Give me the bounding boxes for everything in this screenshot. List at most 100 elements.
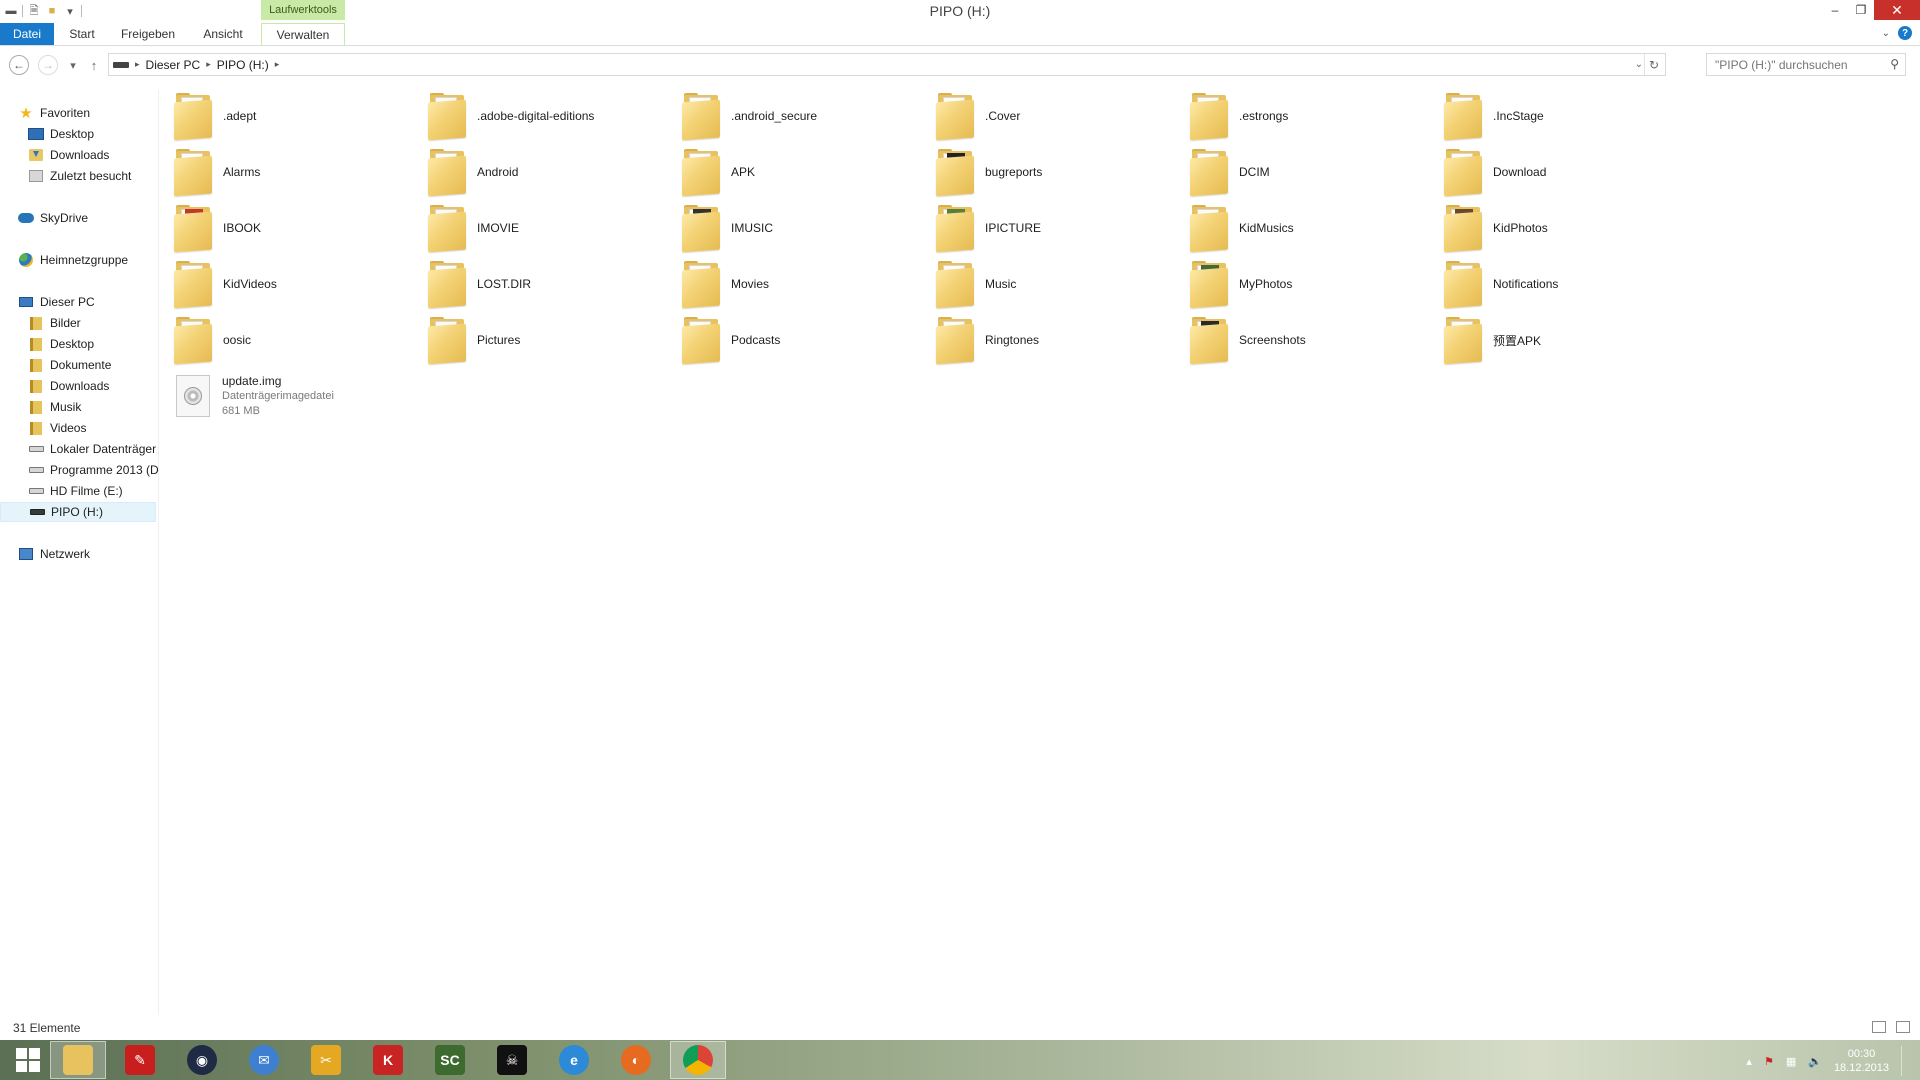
taskbar-app-6[interactable]: ☠ [484,1041,540,1079]
nav-item[interactable]: Downloads [0,145,184,165]
nav-item-label: Downloads [50,148,110,162]
breadcrumb-chevron-icon[interactable]: ▸ [275,59,280,70]
folder-item[interactable]: IMUSIC [680,200,934,256]
nav-item[interactable]: ★ Favoriten [0,103,174,123]
clock[interactable]: 00:30 18.12.2013 [1834,1047,1889,1075]
folder-item[interactable]: .android_secure [680,88,934,144]
back-button[interactable]: ← [9,55,29,75]
nav-item[interactable]: Heimnetzgruppe [0,250,174,270]
folder-item[interactable]: Alarms [172,144,426,200]
nav-item[interactable]: SkyDrive [0,208,174,228]
tab-datei[interactable]: Datei [0,23,54,45]
folder-item[interactable]: Movies [680,256,934,312]
folder-item[interactable]: Download [1442,144,1696,200]
folder-item[interactable]: DCIM [1188,144,1442,200]
folder-item[interactable]: Podcasts [680,312,934,368]
recent-locations-button[interactable]: ▾ [66,55,80,75]
expand-ribbon-icon[interactable]: ⌄ [1882,28,1890,39]
breadcrumb-dieser-pc[interactable]: Dieser PC [146,58,201,72]
nav-item[interactable]: Dokumente [0,355,184,375]
large-icons-view-icon[interactable] [1896,1021,1910,1033]
start-button[interactable] [0,1041,56,1079]
breadcrumb-chevron-icon[interactable]: ▸ [206,59,211,70]
nav-item[interactable]: Desktop [0,124,184,144]
tab-verwalten[interactable]: Verwalten [261,23,345,45]
forward-button[interactable]: → [38,55,58,75]
taskbar-app-1[interactable]: ✎ [112,1041,168,1079]
nav-item[interactable]: Dieser PC [0,292,174,312]
folder-item[interactable]: KidMusics [1188,200,1442,256]
show-hidden-icons-icon[interactable]: ▴ [1746,1055,1752,1068]
customize-qat-icon[interactable]: ▾ [63,4,77,18]
search-icon[interactable]: ⚲ [1890,57,1899,71]
action-center-icon[interactable]: ⚑ [1764,1055,1774,1068]
nav-item[interactable]: Musik [0,397,184,417]
folder-item[interactable]: KidVideos [172,256,426,312]
folder-item[interactable]: Android [426,144,680,200]
taskbar-explorer[interactable] [50,1041,106,1079]
folder-item[interactable]: LOST.DIR [426,256,680,312]
search-input[interactable] [1713,56,1887,73]
nav-item[interactable]: Lokaler Datenträger [0,439,184,459]
nav-item[interactable]: HD Filme (E:) [0,481,184,501]
properties-icon[interactable]: 🗎 [27,4,41,18]
nav-item[interactable]: Desktop [0,334,184,354]
restore-button[interactable]: ❐ [1848,0,1874,20]
taskbar-firefox[interactable]: ◐ [608,1041,664,1079]
show-desktop-button[interactable] [1901,1046,1908,1076]
folder-item[interactable]: .adobe-digital-editions [426,88,680,144]
nav-item[interactable]: Videos [0,418,184,438]
minimize-button[interactable]: – [1822,0,1848,20]
folder-item[interactable]: Ringtones [934,312,1188,368]
folder-item[interactable]: .adept [172,88,426,144]
folder-item[interactable]: IBOOK [172,200,426,256]
nav-item[interactable]: Netzwerk [0,544,174,564]
breadcrumb-chevron-icon[interactable]: ▸ [135,59,140,70]
up-button[interactable]: ↑ [87,55,101,75]
details-view-icon[interactable] [1872,1021,1886,1033]
address-bar[interactable]: ▸ Dieser PC ▸ PIPO (H:) ▸ ⌄ ↻ [108,53,1666,76]
nav-item[interactable]: PIPO (H:) [0,502,156,522]
taskbar-chrome[interactable] [670,1041,726,1079]
folder-icon [680,205,722,253]
folder-item[interactable]: .IncStage [1442,88,1696,144]
volume-icon[interactable]: 🔈 [1808,1055,1822,1068]
folder-item[interactable]: Notifications [1442,256,1696,312]
taskbar-app-3[interactable]: ✉ [236,1041,292,1079]
tab-ansicht[interactable]: Ansicht [200,23,246,45]
folder-item[interactable]: MyPhotos [1188,256,1442,312]
close-button[interactable]: ✕ [1874,0,1920,20]
nav-item[interactable]: Zuletzt besucht [0,166,184,186]
taskbar-app-4[interactable]: ✂ [298,1041,354,1079]
nav-item[interactable]: Programme 2013 (D [0,460,184,480]
tab-freigeben[interactable]: Freigeben [120,23,176,45]
folder-item[interactable]: IMOVIE [426,200,680,256]
drive-icon[interactable]: ▬ [4,4,18,18]
folder-item[interactable]: Screenshots [1188,312,1442,368]
folder-item[interactable]: bugreports [934,144,1188,200]
help-icon[interactable]: ? [1898,26,1912,40]
tab-start[interactable]: Start [68,23,96,45]
new-folder-icon[interactable]: ■ [45,4,59,18]
refresh-icon[interactable]: ↻ [1644,54,1663,75]
folder-item[interactable]: IPICTURE [934,200,1188,256]
folder-item[interactable]: .estrongs [1188,88,1442,144]
nav-item[interactable]: Bilder [0,313,184,333]
folder-item[interactable]: 预置APK [1442,312,1696,368]
folder-item[interactable]: Music [934,256,1188,312]
taskbar-app-2[interactable]: ◉ [174,1041,230,1079]
taskbar-ie[interactable]: e [546,1041,602,1079]
taskbar-app-sc[interactable]: SC [422,1041,478,1079]
nav-item[interactable]: Downloads [0,376,184,396]
network-icon[interactable]: ▦ [1786,1055,1796,1068]
folder-item[interactable]: oosic [172,312,426,368]
folder-item[interactable]: .Cover [934,88,1188,144]
taskbar-kaspersky[interactable]: K [360,1041,416,1079]
file-item[interactable]: update.img Datenträgerimagedatei 681 MB [172,368,426,424]
search-box[interactable]: ⚲ [1706,53,1906,76]
folder-item[interactable]: KidPhotos [1442,200,1696,256]
breadcrumb-pipo[interactable]: PIPO (H:) [217,58,269,72]
folder-item[interactable]: APK [680,144,934,200]
folder-item[interactable]: Pictures [426,312,680,368]
address-dropdown-icon[interactable]: ⌄ [1635,54,1643,75]
